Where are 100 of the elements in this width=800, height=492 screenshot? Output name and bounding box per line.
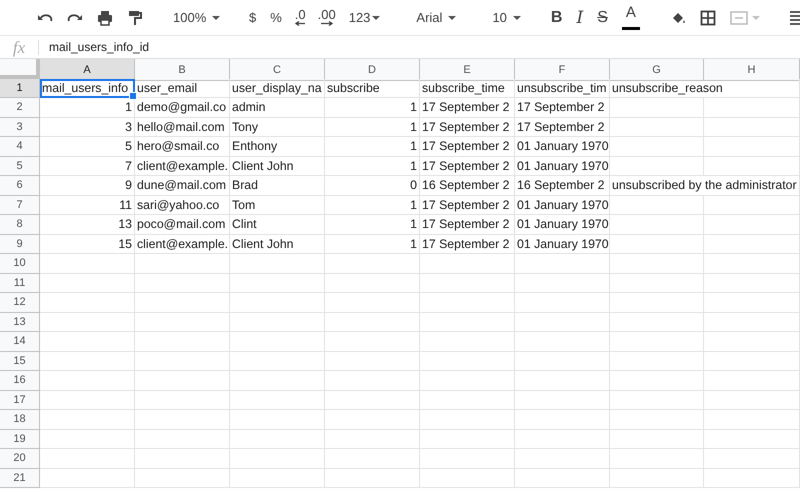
text-color-button[interactable]: A (618, 5, 644, 30)
table-cell[interactable]: 17 September 2 (420, 118, 515, 137)
print-icon[interactable] (96, 8, 114, 26)
table-cell[interactable] (610, 234, 704, 254)
row-header[interactable]: 1 (0, 78, 40, 98)
table-cell[interactable] (610, 410, 704, 430)
table-cell[interactable]: 17 September 2 (420, 156, 515, 176)
table-cell[interactable] (420, 390, 515, 410)
table-cell[interactable] (515, 352, 610, 371)
table-cell[interactable]: Tony (230, 118, 325, 137)
table-cell[interactable] (135, 390, 230, 410)
decrease-decimal-button[interactable]: .0 (290, 7, 310, 28)
table-cell[interactable] (230, 390, 325, 410)
table-cell[interactable] (515, 410, 610, 430)
table-cell[interactable] (135, 274, 230, 293)
table-cell[interactable]: dune@mail.com (135, 176, 230, 196)
table-cell[interactable] (325, 390, 420, 410)
table-cell[interactable] (420, 293, 515, 312)
table-cell[interactable]: 1 (325, 156, 420, 176)
column-header[interactable]: G (610, 59, 704, 81)
table-cell[interactable]: 1 (325, 137, 420, 156)
table-cell[interactable]: hero@smail.co (135, 137, 230, 156)
table-cell[interactable] (515, 332, 610, 352)
table-cell[interactable] (325, 274, 420, 293)
table-cell[interactable]: client@example. (135, 234, 230, 254)
percent-button[interactable]: % (266, 8, 286, 27)
table-cell[interactable] (325, 468, 420, 488)
table-cell[interactable] (610, 196, 704, 215)
header-cell[interactable]: subscribe_time (420, 78, 515, 98)
table-cell[interactable]: 1 (40, 98, 135, 118)
table-cell[interactable] (325, 449, 420, 468)
table-cell[interactable] (704, 352, 800, 371)
table-cell[interactable]: 1 (325, 215, 420, 234)
table-cell[interactable] (230, 430, 325, 449)
table-cell[interactable]: Tom (230, 196, 325, 215)
table-cell[interactable] (230, 254, 325, 274)
table-cell[interactable] (704, 118, 800, 137)
table-cell[interactable] (420, 410, 515, 430)
strikethrough-button[interactable]: S (593, 6, 612, 28)
table-cell[interactable] (135, 293, 230, 312)
table-cell[interactable] (610, 98, 704, 118)
table-cell[interactable] (515, 371, 610, 390)
row-header[interactable]: 9 (0, 234, 40, 254)
paint-format-icon[interactable] (126, 8, 144, 26)
column-header[interactable]: D (325, 59, 420, 81)
table-cell[interactable] (610, 352, 704, 371)
table-cell[interactable] (40, 274, 135, 293)
table-cell[interactable]: poco@mail.com (135, 215, 230, 234)
row-header[interactable]: 12 (0, 293, 40, 312)
table-cell[interactable] (135, 430, 230, 449)
row-header[interactable]: 16 (0, 371, 40, 390)
table-cell[interactable] (704, 156, 800, 176)
row-header[interactable]: 20 (0, 449, 40, 468)
borders-icon[interactable] (698, 8, 717, 26)
table-cell[interactable]: sari@yahoo.co (135, 196, 230, 215)
table-cell[interactable] (515, 390, 610, 410)
column-header[interactable]: C (230, 59, 325, 81)
table-cell[interactable]: 15 (40, 234, 135, 254)
table-cell[interactable] (40, 468, 135, 488)
table-cell[interactable] (230, 293, 325, 312)
row-header[interactable]: 6 (0, 176, 40, 196)
table-cell[interactable]: client@example. (135, 156, 230, 176)
table-cell[interactable]: 01 January 1970 (515, 215, 610, 234)
table-cell[interactable]: 1 (325, 98, 420, 118)
table-cell[interactable] (420, 254, 515, 274)
header-cell[interactable]: user_email (135, 78, 230, 98)
table-cell[interactable] (610, 293, 704, 312)
table-cell[interactable] (230, 468, 325, 488)
table-cell[interactable] (40, 293, 135, 312)
table-cell[interactable]: 17 September 2 (420, 234, 515, 254)
table-cell[interactable]: unsubscribed by the administrator (610, 176, 800, 196)
table-cell[interactable]: demo@gmail.co (135, 98, 230, 118)
currency-button[interactable]: $ (245, 8, 260, 27)
table-cell[interactable] (135, 449, 230, 468)
table-cell[interactable] (610, 312, 704, 332)
table-cell[interactable] (40, 390, 135, 410)
table-cell[interactable] (610, 468, 704, 488)
table-cell[interactable] (704, 254, 800, 274)
table-cell[interactable] (230, 371, 325, 390)
table-cell[interactable] (610, 215, 704, 234)
table-cell[interactable] (325, 410, 420, 430)
table-cell[interactable] (40, 254, 135, 274)
table-cell[interactable] (610, 390, 704, 410)
table-cell[interactable] (230, 352, 325, 371)
header-cell[interactable]: mail_users_info (40, 78, 135, 98)
table-cell[interactable]: 01 January 1970 (515, 156, 610, 176)
table-cell[interactable] (420, 332, 515, 352)
table-cell[interactable]: 16 September 2 (420, 176, 515, 196)
table-cell[interactable] (515, 430, 610, 449)
table-cell[interactable] (704, 196, 800, 215)
table-cell[interactable] (325, 371, 420, 390)
table-cell[interactable]: 1 (325, 234, 420, 254)
table-cell[interactable] (704, 215, 800, 234)
table-cell[interactable] (135, 468, 230, 488)
row-header[interactable]: 4 (0, 137, 40, 156)
table-cell[interactable] (515, 449, 610, 468)
table-cell[interactable] (230, 312, 325, 332)
row-header[interactable]: 15 (0, 352, 40, 371)
table-cell[interactable] (40, 332, 135, 352)
table-cell[interactable] (610, 449, 704, 468)
